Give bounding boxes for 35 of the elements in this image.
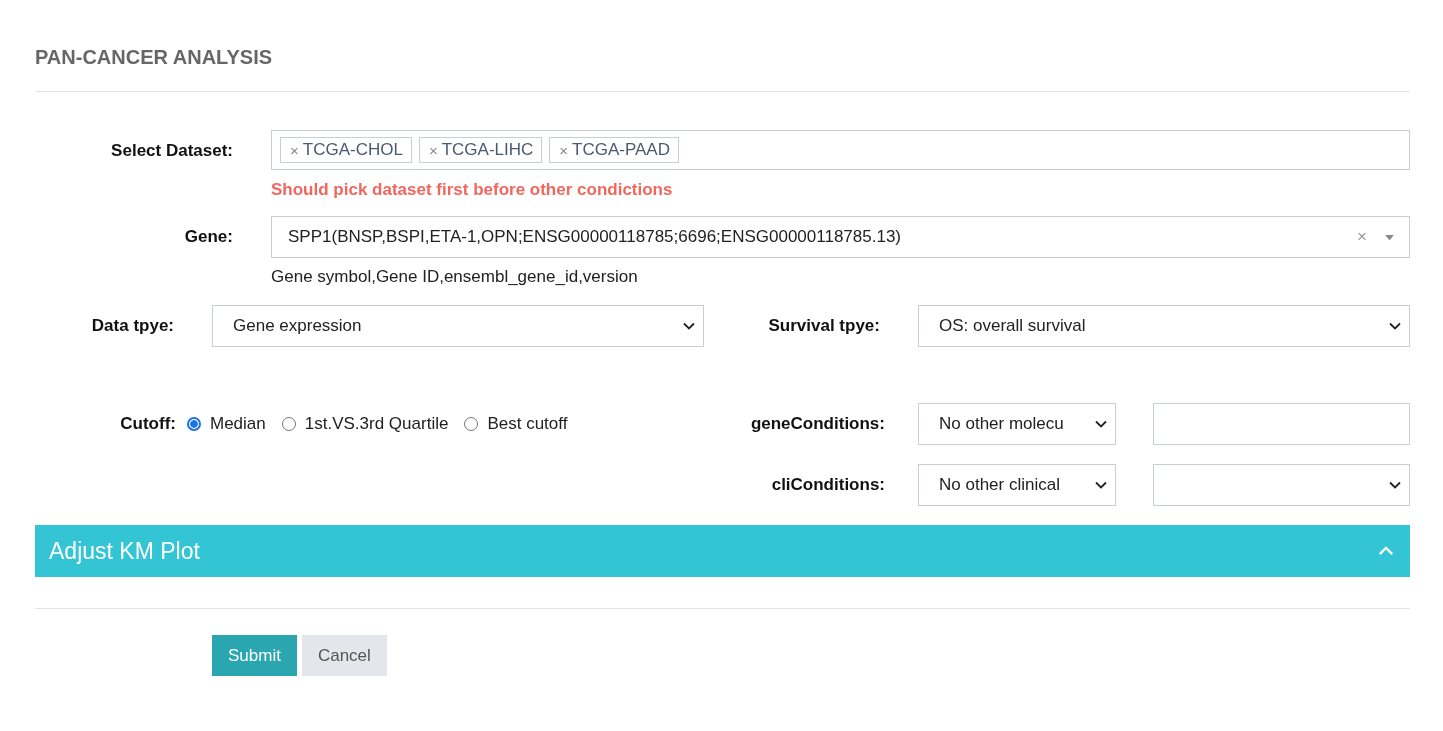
tag-label: TCGA-LIHC [441,140,534,160]
gene-select[interactable]: SPP1(BNSP,BSPI,ETA-1,OPN;ENSG00000118785;6696;ENSG00000118785.13) × [271,216,1410,258]
remove-tag-button[interactable]: × [290,141,299,159]
radio-label[interactable]: Median [210,414,266,434]
chevron-down-icon [1095,481,1107,489]
caret-down-icon [1384,233,1395,241]
condition-select[interactable]: No other molecu [918,403,1116,445]
cancel-button[interactable]: Cancel [301,635,387,676]
help-text: Gene symbol,Gene ID,ensembl_gene_id,version [271,266,639,288]
radio-label[interactable]: Best cutoff [487,414,568,434]
remove-tag-button[interactable]: × [428,141,438,159]
tag-label: TCGA-PAAD [572,140,670,160]
radio-button[interactable] [187,417,201,431]
field-label: Survival tpye: [767,316,880,336]
tag-label: TCGA-CHOL [302,140,403,160]
chevron-down-icon [1095,420,1107,428]
field-label: geneConditions: [749,414,885,434]
page-title: PAN-CANCER ANALYSIS [35,45,274,69]
data-type-select[interactable]: Gene expression [212,305,704,347]
condition-select[interactable]: No other clinical [918,464,1116,506]
dataset-field[interactable]: × TCGA-CHOL × TCGA-LIHC × TCGA-PAAD [271,130,1410,170]
panel-title: Adjust KM Plot [49,537,201,565]
field-label: Data tpye: [90,316,174,336]
chevron-down-icon [1389,322,1401,330]
chevron-down-icon [1389,481,1401,489]
chevron-down-icon [683,322,695,330]
field-label: Cutoff: [119,414,176,434]
survival-type-select[interactable]: OS: overall survival [918,305,1410,347]
value-input-field[interactable] [1153,403,1410,445]
field-label: cliConditions: [770,475,885,495]
remove-tag-button[interactable]: × [559,141,569,159]
field-label: Gene: [183,226,233,248]
field-label: Select Dataset: [110,140,233,162]
radio-label[interactable]: 1st.VS.3rd Quartile [304,414,449,434]
error-message: Should pick dataset first before other condictions [271,179,674,201]
